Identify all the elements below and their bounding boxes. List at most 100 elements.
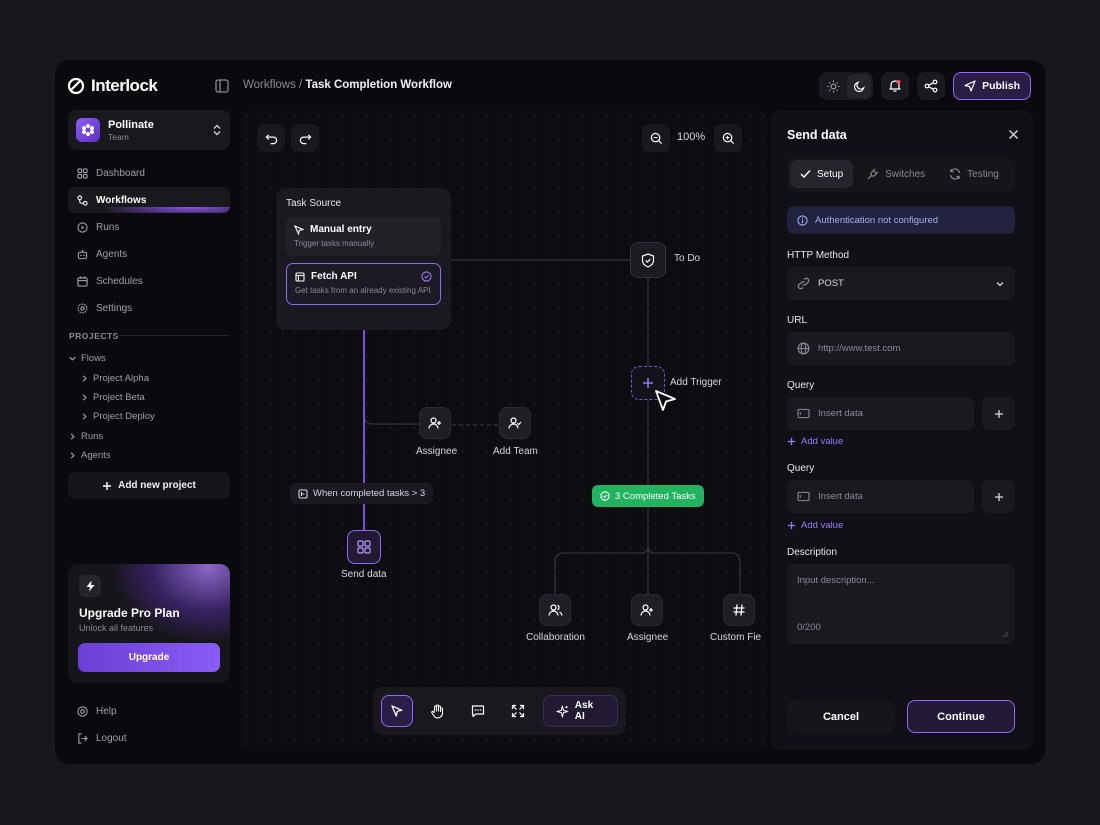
app-logo[interactable]: Interlock <box>67 76 158 96</box>
user-plus-icon <box>640 604 653 616</box>
node-label-assignee-2: Assignee <box>627 632 669 643</box>
publish-button[interactable]: Publish <box>953 72 1031 100</box>
undo-button[interactable] <box>257 124 285 152</box>
check-circle-icon <box>600 491 610 501</box>
node-assignee-2[interactable] <box>631 594 663 626</box>
option-manual-entry[interactable]: Manual entry Trigger tasks manually <box>286 217 441 257</box>
tree-item-label: Project Deploy <box>93 411 155 423</box>
fit-view-button[interactable] <box>503 695 535 727</box>
completed-tasks-label: 3 Completed Tasks <box>615 490 696 502</box>
node-add-team[interactable] <box>499 407 531 439</box>
sidebar-item-workflows[interactable]: Workflows <box>68 187 230 213</box>
node-custom-field[interactable] <box>723 594 755 626</box>
team-switcher[interactable]: Pollinate Team <box>68 110 230 150</box>
task-source-card[interactable]: Task Source Manual entry Trigger tasks m… <box>276 188 451 330</box>
tree-item-project-beta[interactable]: Project Beta <box>68 388 155 407</box>
tree-item-label: Runs <box>81 430 104 442</box>
tree-item-project-deploy[interactable]: Project Deploy <box>68 407 155 426</box>
share-button[interactable] <box>917 72 946 100</box>
option-fetch-api[interactable]: Fetch API Get tasks from an already exis… <box>286 263 441 305</box>
user-check-icon <box>508 417 522 429</box>
tree-item-flows[interactable]: Flows <box>68 349 155 368</box>
moon-icon[interactable] <box>847 74 872 98</box>
sidebar-item-runs[interactable]: Runs <box>68 214 230 240</box>
completed-tasks-pill[interactable]: 3 Completed Tasks <box>592 485 704 507</box>
breadcrumb-parent[interactable]: Workflows <box>243 79 296 91</box>
upgrade-card: Upgrade Pro Plan Unlock all features Upg… <box>68 564 230 683</box>
sidebar-item-logout[interactable]: Logout <box>68 725 230 751</box>
notification-button[interactable] <box>881 72 910 100</box>
breadcrumb: Workflows / Task Completion Workflow <box>243 79 452 91</box>
http-method-select[interactable]: POST <box>787 267 1015 300</box>
sidebar-item-label: Schedules <box>96 275 143 287</box>
continue-button[interactable]: Continue <box>907 700 1015 733</box>
pan-tool-button[interactable] <box>422 695 454 727</box>
help-icon <box>77 705 88 717</box>
sidebar-item-schedules[interactable]: Schedules <box>68 268 230 294</box>
sidebar-item-settings[interactable]: Settings <box>68 295 230 321</box>
node-send-data[interactable] <box>347 530 381 564</box>
tab-label: Testing <box>967 168 999 180</box>
upgrade-subtitle: Unlock all features <box>79 623 154 633</box>
panel-title: Send data <box>787 128 847 142</box>
ask-ai-button[interactable]: Ask AI <box>543 695 619 727</box>
sidebar-item-label: Workflows <box>96 194 147 206</box>
query-input-2[interactable]: Insert data <box>787 480 974 513</box>
workflow-icon <box>77 194 88 206</box>
condition-pill[interactable]: When completed tasks > 3 <box>290 483 434 504</box>
query-input-1[interactable]: Insert data <box>787 397 974 430</box>
description-placeholder: Input description... <box>797 575 875 586</box>
tab-switches[interactable]: Switches <box>857 160 935 188</box>
branch-icon <box>298 488 308 499</box>
condition-label: When completed tasks > 3 <box>313 488 426 499</box>
upgrade-button[interactable]: Upgrade <box>78 643 220 672</box>
publish-label: Publish <box>982 80 1020 92</box>
add-query-button-1[interactable] <box>982 397 1015 430</box>
tree-item-agents[interactable]: Agents <box>68 446 155 465</box>
tree-item-project-alpha[interactable]: Project Alpha <box>68 368 155 387</box>
resize-handle-icon[interactable] <box>1001 630 1009 638</box>
chevron-updown-icon <box>213 124 221 136</box>
zoom-in-button[interactable] <box>714 124 742 152</box>
select-tool-button[interactable] <box>381 695 413 727</box>
node-assignee[interactable] <box>419 407 451 439</box>
sidebar-item-label: Runs <box>96 221 120 233</box>
option-desc: Get tasks from an already existing API <box>295 286 431 296</box>
node-collaboration[interactable] <box>539 594 571 626</box>
sun-icon[interactable] <box>821 74 845 98</box>
tab-setup[interactable]: Setup <box>790 160 854 188</box>
sidebar-item-help[interactable]: Help <box>68 698 230 724</box>
node-todo[interactable] <box>630 242 666 278</box>
workflow-canvas[interactable]: 100% Task Source Manual entry Trigger ta… <box>241 110 767 750</box>
tree-item-label: Project Beta <box>93 391 145 403</box>
add-value-link-2[interactable]: Add value <box>787 520 843 531</box>
close-icon[interactable] <box>1008 129 1019 140</box>
description-textarea[interactable]: Input description... 0/200 <box>787 564 1015 644</box>
url-input[interactable]: http://www.test.com <box>787 332 1015 365</box>
redo-icon <box>299 133 311 144</box>
zoom-in-icon <box>722 132 734 144</box>
query-placeholder: Insert data <box>818 491 863 502</box>
footer-nav: Help Logout <box>68 698 230 752</box>
comment-tool-button[interactable] <box>462 695 494 727</box>
add-project-label: Add new project <box>118 480 196 491</box>
tab-testing[interactable]: Testing <box>939 160 1009 188</box>
share-icon <box>924 79 938 93</box>
description-label: Description <box>787 547 838 558</box>
zoom-out-button[interactable] <box>642 124 670 152</box>
team-type: Team <box>108 131 129 142</box>
sidebar-item-agents[interactable]: Agents <box>68 241 230 267</box>
add-value-link-1[interactable]: Add value <box>787 436 843 447</box>
sidebar-toggle-icon[interactable] <box>215 79 231 95</box>
add-query-button-2[interactable] <box>982 480 1015 513</box>
textbox-icon <box>797 491 810 502</box>
add-project-button[interactable]: Add new project <box>68 472 230 499</box>
plus-icon <box>994 409 1003 418</box>
chevron-right-icon <box>82 374 87 382</box>
cancel-button[interactable]: Cancel <box>787 700 895 733</box>
redo-button[interactable] <box>291 124 319 152</box>
send-icon <box>964 80 976 92</box>
sidebar-item-dashboard[interactable]: Dashboard <box>68 160 230 186</box>
theme-toggle[interactable] <box>819 72 874 100</box>
tree-item-runs[interactable]: Runs <box>68 427 155 446</box>
